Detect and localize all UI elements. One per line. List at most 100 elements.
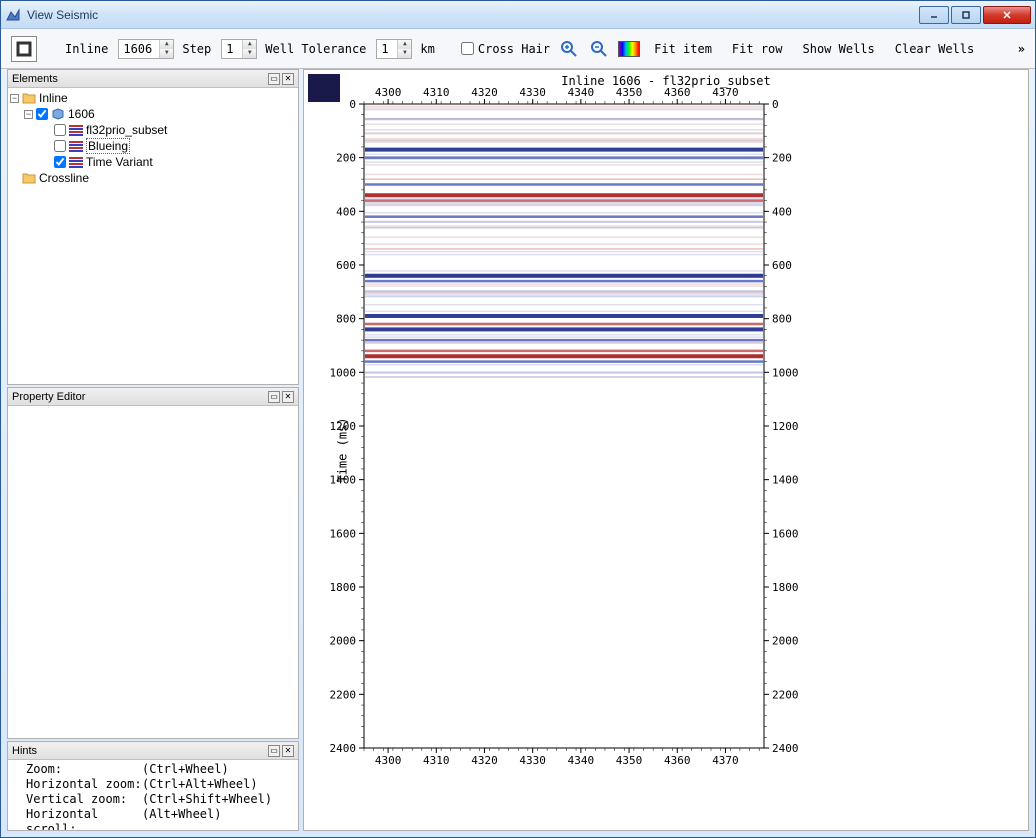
svg-text:4340: 4340 bbox=[568, 86, 595, 99]
propedit-close-button[interactable]: ✕ bbox=[282, 391, 294, 403]
well-tol-down[interactable]: ▼ bbox=[398, 49, 411, 58]
well-tol-input[interactable] bbox=[377, 40, 397, 58]
propedit-header[interactable]: Property Editor ▭ ✕ bbox=[8, 388, 298, 406]
propedit-body bbox=[8, 406, 298, 738]
svg-text:1600: 1600 bbox=[772, 527, 799, 540]
hints-header[interactable]: Hints ▭ ✕ bbox=[8, 742, 298, 760]
fit-row-button[interactable]: Fit row bbox=[726, 40, 789, 58]
hint-vzoom: Vertical zoom:(Ctrl+Shift+Wheel) bbox=[12, 792, 294, 807]
svg-text:600: 600 bbox=[772, 259, 792, 272]
tree-node-blueing[interactable]: Blueing bbox=[10, 138, 296, 154]
left-column: Elements ▭ ✕ − Inline − bbox=[7, 69, 299, 831]
well-tol-unit: km bbox=[420, 42, 434, 56]
tree-label-blueing: Blueing bbox=[86, 138, 130, 154]
hints-panel: Hints ▭ ✕ Zoom:(Ctrl+Wheel) Horizontal z… bbox=[7, 741, 299, 831]
toolbar-overflow[interactable]: » bbox=[1018, 42, 1025, 56]
svg-text:4350: 4350 bbox=[616, 754, 643, 767]
svg-text:4370: 4370 bbox=[712, 754, 739, 767]
hints-close-button[interactable]: ✕ bbox=[282, 745, 294, 757]
tree-node-fl32[interactable]: fl32prio_subset bbox=[10, 122, 296, 138]
svg-text:1400: 1400 bbox=[772, 474, 799, 487]
inline-up[interactable]: ▲ bbox=[160, 40, 173, 49]
tree-node-inline[interactable]: − Inline bbox=[10, 90, 296, 106]
tree-node-1606[interactable]: − 1606 bbox=[10, 106, 296, 122]
tree-node-timevariant[interactable]: Time Variant bbox=[10, 154, 296, 170]
svg-text:200: 200 bbox=[336, 152, 356, 165]
step-up[interactable]: ▲ bbox=[243, 40, 256, 49]
well-tol-up[interactable]: ▲ bbox=[398, 40, 411, 49]
clear-wells-button[interactable]: Clear Wells bbox=[889, 40, 980, 58]
elements-title: Elements bbox=[12, 73, 266, 85]
app-icon bbox=[5, 7, 21, 23]
svg-text:4370: 4370 bbox=[712, 86, 739, 99]
step-spinbox[interactable]: ▲ ▼ bbox=[221, 39, 257, 59]
colormap-button[interactable] bbox=[618, 38, 640, 60]
svg-text:2000: 2000 bbox=[772, 635, 799, 648]
zoom-out-button[interactable] bbox=[588, 38, 610, 60]
crosshair-toggle[interactable]: Cross Hair bbox=[461, 42, 550, 56]
svg-text:2000: 2000 bbox=[330, 635, 357, 648]
node-checkbox[interactable] bbox=[54, 140, 66, 152]
zoom-in-button[interactable] bbox=[558, 38, 580, 60]
elements-tree[interactable]: − Inline − 1606 f bbox=[10, 90, 296, 186]
tree-node-crossline[interactable]: Crossline bbox=[10, 170, 296, 186]
elements-close-button[interactable]: ✕ bbox=[282, 73, 294, 85]
svg-text:2200: 2200 bbox=[772, 688, 799, 701]
seismic-view[interactable]: Inline 1606 - fl32prio_subset Time (ms) … bbox=[303, 69, 1029, 831]
svg-text:4330: 4330 bbox=[519, 754, 546, 767]
title-bar[interactable]: View Seismic bbox=[1, 1, 1035, 29]
svg-text:1800: 1800 bbox=[772, 581, 799, 594]
svg-text:1000: 1000 bbox=[330, 366, 357, 379]
svg-text:2400: 2400 bbox=[330, 742, 357, 755]
node-checkbox[interactable] bbox=[36, 108, 48, 120]
fit-item-button[interactable]: Fit item bbox=[648, 40, 718, 58]
folder-icon bbox=[22, 172, 36, 184]
well-tol-spinbox[interactable]: ▲ ▼ bbox=[376, 39, 412, 59]
step-down[interactable]: ▼ bbox=[243, 49, 256, 58]
hints-title: Hints bbox=[12, 745, 266, 757]
svg-text:4360: 4360 bbox=[664, 754, 691, 767]
maximize-button[interactable] bbox=[951, 6, 981, 24]
svg-text:4300: 4300 bbox=[375, 86, 402, 99]
minimize-button[interactable] bbox=[919, 6, 949, 24]
crosshair-checkbox[interactable] bbox=[461, 42, 474, 55]
seismic-icon bbox=[69, 140, 83, 152]
step-label: Step bbox=[182, 42, 211, 56]
node-checkbox[interactable] bbox=[54, 156, 66, 168]
svg-text:4320: 4320 bbox=[471, 754, 498, 767]
propedit-title: Property Editor bbox=[12, 391, 266, 403]
property-editor-panel: Property Editor ▭ ✕ bbox=[7, 387, 299, 739]
svg-text:4350: 4350 bbox=[616, 86, 643, 99]
inline-input[interactable] bbox=[119, 40, 159, 58]
inline-down[interactable]: ▼ bbox=[160, 49, 173, 58]
show-wells-button[interactable]: Show Wells bbox=[797, 40, 881, 58]
svg-text:1200: 1200 bbox=[772, 420, 799, 433]
close-button[interactable] bbox=[983, 6, 1031, 24]
elements-panel: Elements ▭ ✕ − Inline − bbox=[7, 69, 299, 385]
svg-text:800: 800 bbox=[336, 313, 356, 326]
svg-text:1400: 1400 bbox=[330, 474, 357, 487]
expander-icon[interactable]: − bbox=[10, 94, 19, 103]
svg-text:400: 400 bbox=[772, 205, 792, 218]
tree-label-1606: 1606 bbox=[68, 107, 95, 121]
hints-float-button[interactable]: ▭ bbox=[268, 745, 280, 757]
seismic-plot[interactable]: 4300430043104310432043204330433043404340… bbox=[304, 70, 1024, 830]
expander-icon[interactable]: − bbox=[24, 110, 33, 119]
elements-body: − Inline − 1606 f bbox=[8, 88, 298, 384]
seismic-icon bbox=[69, 124, 83, 136]
rainbow-icon bbox=[618, 41, 640, 57]
svg-text:4330: 4330 bbox=[519, 86, 546, 99]
expander-blank bbox=[10, 174, 19, 183]
svg-text:4310: 4310 bbox=[423, 86, 450, 99]
step-input[interactable] bbox=[222, 40, 242, 58]
inline-spinbox[interactable]: ▲ ▼ bbox=[118, 39, 174, 59]
svg-text:800: 800 bbox=[772, 313, 792, 326]
svg-text:0: 0 bbox=[772, 98, 779, 111]
svg-text:0: 0 bbox=[349, 98, 356, 111]
propedit-float-button[interactable]: ▭ bbox=[268, 391, 280, 403]
svg-text:1000: 1000 bbox=[772, 366, 799, 379]
elements-header[interactable]: Elements ▭ ✕ bbox=[8, 70, 298, 88]
elements-float-button[interactable]: ▭ bbox=[268, 73, 280, 85]
frame-tool[interactable] bbox=[11, 36, 37, 62]
node-checkbox[interactable] bbox=[54, 124, 66, 136]
